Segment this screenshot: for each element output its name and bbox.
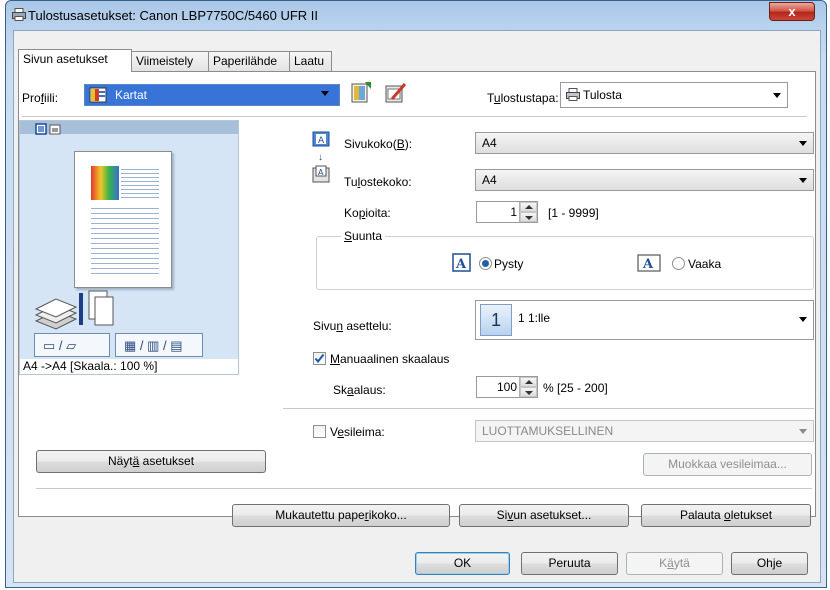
output-method-label: Tulostustapa: [487,91,559,105]
landscape-label: Vaaka [688,257,722,271]
output-method-value: Tulosta [583,88,622,102]
portrait-icon: A [452,253,471,272]
edit-profile-icon[interactable] [384,81,408,105]
scaling-value: 100 [496,380,517,394]
custom-paper-size-button[interactable]: Mukautettu paperikoko... [232,504,450,527]
copies-label: Kopioita: [344,206,391,220]
printer-icon [12,8,26,21]
ok-button[interactable]: OK [415,552,510,575]
preview-image [91,166,119,200]
preview-body-lines [91,204,159,276]
svg-text:A: A [318,136,325,146]
print-icon [566,88,580,101]
svg-text:A: A [318,168,324,177]
copies-down-button[interactable] [520,212,537,222]
apply-button[interactable]: Käytä [626,552,723,575]
profile-value: Kartat [115,88,148,102]
profile-dropdown-arrow[interactable] [321,91,329,96]
page-size-icon: A [312,131,330,147]
output-size-select[interactable]: A4 [475,169,814,191]
tab-quality[interactable]: Laatu [289,51,332,71]
arrow-down-icon: ↓ [318,152,323,163]
layout-toggle[interactable]: ▦ / ▥ / ▤ [115,333,203,357]
landscape-radio[interactable] [672,257,685,270]
show-settings-button[interactable]: Näytä asetukset [36,450,266,473]
tab-page-setup[interactable]: Sivun asetukset [18,49,132,72]
watermark-label: Vesileima: [330,425,385,439]
scaling-range: % [25 - 200] [543,381,608,395]
copies-up-button[interactable] [520,202,537,212]
scaling-label: Skaalaus: [333,383,386,397]
cancel-button[interactable]: Peruuta [521,552,618,575]
copies-spinner[interactable]: 1 [476,201,538,223]
portrait-label: Pysty [494,257,524,271]
preview-panel: ▭ / ▱ ▦ / ▥ / ▤ A4 ->A4 [Skaala.: 100 %] [19,120,239,375]
page-layout-icon: 1 [480,304,512,336]
divider-middle [283,408,814,409]
page-layout-select[interactable]: 1 1 1:lle [475,300,814,340]
svg-text:A: A [642,257,654,272]
checkmark-icon [314,353,325,364]
preview-view-icon[interactable] [35,123,71,137]
preview-caption: A4 ->A4 [Skaala.: 100 %] [23,359,158,373]
duplex-toggle[interactable]: ▭ / ▱ [34,333,110,357]
manual-scaling-checkbox[interactable] [313,352,326,365]
profile-select[interactable]: Kartat [84,84,340,106]
paper-stack-icon [34,290,114,330]
title-bar[interactable]: Tulostusasetukset: Canon LBP7750C/5460 U… [6,1,826,29]
edit-watermark-button[interactable]: Muokkaa vesileimaa... [643,453,812,476]
copies-range: [1 - 9999] [548,206,599,220]
page-size-label: Sivukoko(B): [344,137,413,151]
profile-map-icon [89,87,107,103]
divider-top [22,116,807,117]
output-size-label: Tulostekoko: [344,175,412,189]
tab-paper-source[interactable]: Paperilähde [208,51,290,71]
page-layout-label: Sivun asettelu: [313,319,392,333]
page-size-value: A4 [482,136,497,150]
watermark-checkbox[interactable] [313,425,326,438]
watermark-select[interactable]: LUOTTAMUKSELLINEN [475,420,814,442]
page-size-select[interactable]: A4 [475,132,814,154]
output-method-select[interactable]: Tulosta [560,82,788,108]
output-size-value: A4 [482,173,497,187]
landscape-icon: A [637,254,661,272]
page-setup-button[interactable]: Sivun asetukset... [459,504,629,527]
copies-value: 1 [510,205,517,219]
page-layout-value: 1 1:lle [518,311,551,325]
orientation-group [316,236,814,290]
add-profile-icon[interactable] [349,81,373,105]
watermark-value: LUOTTAMUKSELLINEN [482,424,614,438]
help-button[interactable]: Ohje [731,552,808,575]
manual-scaling-label: Manuaalinen skaalaus [330,352,450,366]
preview-page [74,151,172,288]
portrait-radio[interactable] [479,257,492,270]
preview-text-lines [121,166,159,200]
orientation-group-label: Suunta [341,229,386,243]
tab-finishing[interactable]: Viimeistely [131,51,209,71]
close-button[interactable]: x [769,2,815,21]
scaling-down-button[interactable] [520,387,537,397]
profile-label: Profiili: [22,91,59,105]
scaling-up-button[interactable] [520,377,537,387]
output-size-icon: A [312,165,330,183]
divider-bottom [36,488,812,489]
window-title: Tulostusasetukset: Canon LBP7750C/5460 U… [28,8,319,23]
svg-text:A: A [455,257,467,272]
restore-defaults-button[interactable]: Palauta oletukset [641,504,811,527]
scaling-spinner[interactable]: 100 [476,376,538,398]
